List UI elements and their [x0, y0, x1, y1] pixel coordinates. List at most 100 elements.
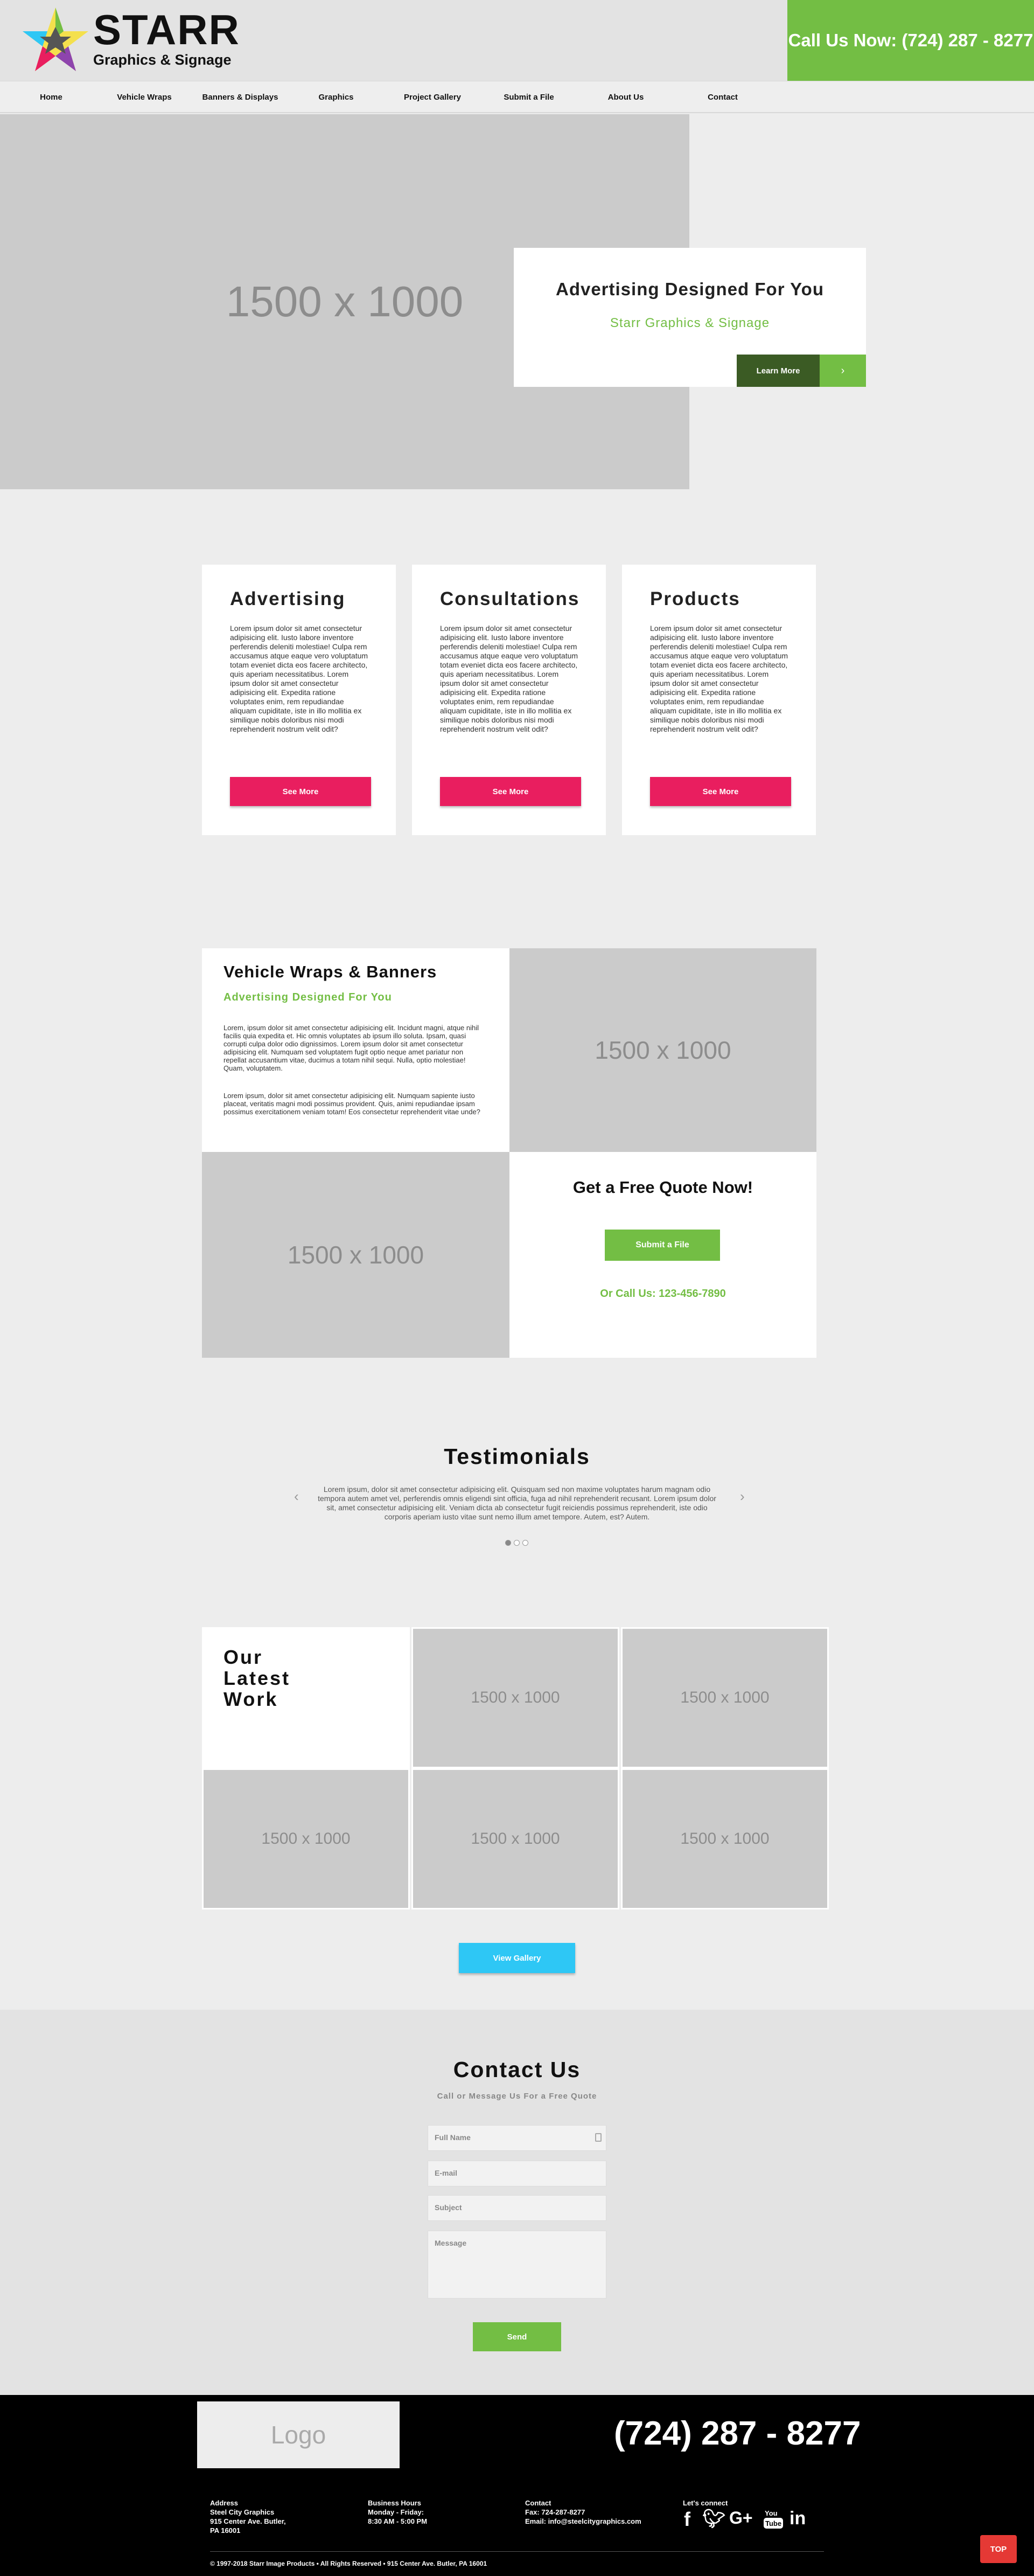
nav-item-project-gallery[interactable]: Project Gallery	[381, 81, 484, 113]
email-placeholder: E-mail	[435, 2169, 458, 2177]
site-footer: Logo (724) 287 - 8277 Address Steel City…	[0, 2395, 1034, 2576]
footer-logo-placeholder[interactable]: Logo	[197, 2401, 400, 2468]
send-button[interactable]: Send	[473, 2322, 561, 2351]
call-us-banner[interactable]: Call Us Now: (724) 287 - 8277	[787, 0, 1034, 81]
footer-social-heading: Let's connect	[683, 2499, 728, 2507]
nav-item-contact[interactable]: Contact	[672, 81, 774, 113]
footer-text: 8:30 AM - 5:00 PM	[368, 2517, 428, 2525]
subject-field[interactable]: Subject	[428, 2195, 606, 2221]
star-logo-icon	[23, 8, 88, 71]
svg-text:You: You	[765, 2509, 778, 2517]
back-to-top-button[interactable]: TOP	[980, 2535, 1017, 2563]
service-title: Consultations	[440, 588, 580, 609]
nav-item-about-us[interactable]: About Us	[575, 81, 677, 113]
twitter-icon[interactable]: 🐦︎	[702, 2508, 725, 2530]
image-placeholder-label: 1500 x 1000	[261, 1830, 351, 1848]
wraps-text-card: Vehicle Wraps & Banners Advertising Desi…	[202, 948, 509, 1152]
service-title: Advertising	[230, 588, 346, 609]
view-gallery-button[interactable]: View Gallery	[459, 1943, 575, 1973]
main-nav: Home Vehicle Wraps Banners & Displays Gr…	[0, 81, 1034, 113]
chevron-right-icon[interactable]: ›	[820, 355, 866, 387]
facebook-icon[interactable]: f	[684, 2508, 690, 2531]
footer-social-icons: f 🐦︎ G+ You Tube in	[683, 2508, 818, 2535]
google-plus-icon[interactable]: G+	[729, 2508, 753, 2528]
footer-contact: Contact Fax: 724-287-8277 Email: info@st…	[525, 2498, 641, 2526]
footer-address: Address Steel City Graphics 915 Center A…	[210, 2498, 286, 2535]
carousel-dot[interactable]	[514, 1540, 520, 1546]
nav-item-submit-file[interactable]: Submit a File	[478, 81, 580, 113]
service-card-advertising: Advertising Lorem ipsum dolor sit amet c…	[202, 565, 396, 835]
message-placeholder: Message	[435, 2239, 467, 2247]
subject-placeholder: Subject	[435, 2203, 462, 2212]
footer-text: Steel City Graphics	[210, 2508, 275, 2516]
testimonials-title: Testimonials	[444, 1444, 590, 1469]
hero-title: Advertising Designed For You	[555, 279, 824, 299]
footer-text: 915 Center Ave. Butler,	[210, 2517, 286, 2525]
footer-heading: Business Hours	[368, 2499, 421, 2507]
site-header: STARR Graphics & Signage Call Us Now: (7…	[0, 0, 1034, 81]
image-placeholder-label: 1500 x 1000	[287, 1241, 424, 1269]
contact-subtitle: Call or Message Us For a Free Quote	[437, 2092, 597, 2101]
carousel-dot[interactable]	[522, 1540, 528, 1546]
footer-copyright: © 1997-2018 Starr Image Products • All R…	[210, 2560, 487, 2567]
quote-title: Get a Free Quote Now!	[572, 1178, 753, 1197]
carousel-dots	[505, 1540, 530, 1546]
nav-item-home[interactable]: Home	[0, 81, 102, 113]
logo-title: STARR	[93, 6, 240, 53]
footer-text[interactable]: Email: info@steelcitygraphics.com	[525, 2517, 641, 2526]
gallery-item[interactable]: 1500 x 1000	[411, 1627, 619, 1768]
learn-more-button[interactable]: Learn More	[737, 355, 820, 387]
contact-section: Contact Us Call or Message Us For a Free…	[0, 2010, 1034, 2395]
hero-card: Advertising Designed For You Starr Graph…	[514, 248, 866, 387]
svg-text:Tube: Tube	[765, 2519, 781, 2528]
gallery-item[interactable]: 1500 x 1000	[411, 1768, 619, 1910]
gallery-item[interactable]: 1500 x 1000	[202, 1768, 410, 1910]
nav-item-vehicle-wraps[interactable]: Vehicle Wraps	[93, 81, 195, 113]
see-more-button[interactable]: See More	[440, 777, 581, 806]
nav-item-graphics[interactable]: Graphics	[285, 81, 387, 113]
service-text: Lorem ipsum dolor sit amet consectetur a…	[230, 624, 368, 733]
gallery-item[interactable]: 1500 x 1000	[621, 1768, 829, 1910]
gallery-title-cell: Our Latest Work	[202, 1627, 410, 1768]
service-card-consultations: Consultations Lorem ipsum dolor sit amet…	[412, 565, 606, 835]
youtube-icon[interactable]: You Tube	[764, 2508, 783, 2530]
logo-subtitle: Graphics & Signage	[93, 52, 232, 68]
submit-file-button[interactable]: Submit a File	[605, 1230, 720, 1261]
service-title: Products	[650, 588, 740, 609]
quote-call-text[interactable]: Or Call Us: 123-456-7890	[509, 1288, 816, 1300]
full-name-field[interactable]: Full Name	[428, 2125, 606, 2151]
see-more-button[interactable]: See More	[230, 777, 371, 806]
testimonial-text: Lorem ipsum, dolor sit amet consectetur …	[318, 1485, 716, 1521]
footer-phone[interactable]: (724) 287 - 8277	[614, 2414, 861, 2453]
wraps-image-placeholder: 1500 x 1000	[509, 948, 816, 1152]
wraps-paragraph: Lorem, ipsum dolor sit amet consectetur …	[223, 1024, 479, 1072]
gallery-item[interactable]: 1500 x 1000	[621, 1627, 829, 1768]
footer-heading: Contact	[525, 2499, 551, 2507]
image-placeholder-label: 1500 x 1000	[680, 1830, 770, 1848]
wraps-title: Vehicle Wraps & Banners	[223, 962, 437, 981]
image-placeholder-label: 1500 x 1000	[471, 1830, 560, 1848]
service-text: Lorem ipsum dolor sit amet consectetur a…	[650, 624, 788, 733]
image-placeholder-label: 1500 x 1000	[680, 1689, 770, 1706]
chevron-right-icon[interactable]: ›	[740, 1488, 745, 1505]
hero-image-label: 1500 x 1000	[226, 277, 464, 325]
service-text: Lorem ipsum dolor sit amet consectetur a…	[440, 624, 578, 733]
quote-card: Get a Free Quote Now! Submit a File Or C…	[509, 1152, 816, 1358]
footer-divider	[210, 2551, 824, 2552]
linkedin-icon[interactable]: in	[790, 2508, 806, 2529]
email-field[interactable]: E-mail	[428, 2161, 606, 2186]
image-placeholder-label: 1500 x 1000	[471, 1689, 560, 1706]
see-more-button[interactable]: See More	[650, 777, 791, 806]
wraps-paragraph: Lorem ipsum, dolor sit amet consectetur …	[223, 1092, 480, 1116]
message-field[interactable]: Message	[428, 2231, 606, 2299]
contact-card-icon	[595, 2133, 602, 2142]
site-logo[interactable]: STARR Graphics & Signage	[20, 5, 239, 75]
nav-item-banners-displays[interactable]: Banners & Displays	[189, 81, 291, 113]
chevron-left-icon[interactable]: ‹	[294, 1488, 299, 1505]
gallery-title: Our Latest Work	[223, 1646, 291, 1710]
footer-heading: Address	[210, 2499, 239, 2507]
wraps-subtitle: Advertising Designed For You	[223, 991, 392, 1003]
service-card-products: Products Lorem ipsum dolor sit amet cons…	[622, 565, 816, 835]
carousel-dot-active[interactable]	[505, 1540, 511, 1546]
hero-subtitle: Starr Graphics & Signage	[610, 316, 770, 330]
